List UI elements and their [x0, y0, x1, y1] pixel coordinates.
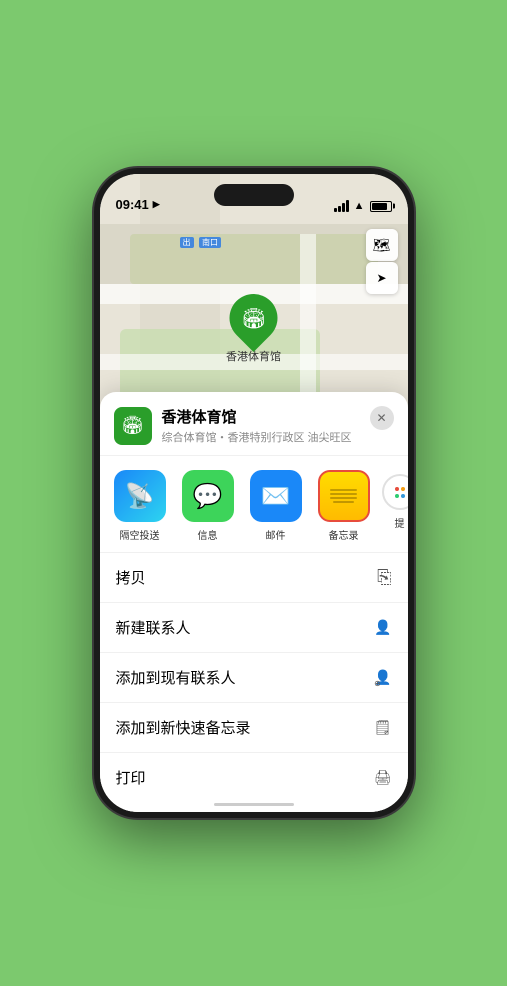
share-airdrop[interactable]: 📡 隔空投送 — [110, 470, 170, 542]
mail-icon: ✉️ — [250, 470, 302, 522]
venue-icon: 🏟 — [114, 407, 152, 445]
quick-note-label: 添加到新快速备忘录 — [116, 717, 251, 738]
phone-frame: 09:41 ▶ ▲ — [94, 168, 414, 818]
home-indicator — [214, 803, 294, 806]
status-icons: ▲ — [334, 200, 392, 212]
map-type-button[interactable]: 🗺 — [366, 229, 398, 261]
location-arrow-icon: ▶ — [153, 199, 160, 210]
mail-label: 邮件 — [266, 527, 286, 542]
new-contact-icon: 👤 — [374, 619, 391, 636]
share-notes[interactable]: 备忘录 — [314, 470, 374, 542]
venue-info: 香港体育馆 综合体育馆・香港特别行政区 油尖旺区 — [162, 406, 394, 445]
status-time: 09:41 ▶ — [116, 197, 160, 212]
notes-label: 备忘录 — [329, 527, 359, 542]
new-contact-label: 新建联系人 — [116, 617, 191, 638]
map-controls: 🗺 ➤ — [366, 229, 398, 294]
battery-icon — [370, 201, 392, 212]
action-list: 拷贝 ⎘ 新建联系人 👤 添加到现有联系人 👤⊕ 添加到新快速备忘录 🗒 — [100, 553, 408, 802]
action-copy[interactable]: 拷贝 ⎘ — [100, 553, 408, 603]
action-add-existing[interactable]: 添加到现有联系人 👤⊕ — [100, 653, 408, 703]
map-label-exit: 出 南口 — [180, 232, 221, 250]
venue-name: 香港体育馆 — [162, 406, 394, 427]
sheet-header: 🏟 香港体育馆 综合体育馆・香港特别行政区 油尖旺区 ✕ — [100, 392, 408, 456]
venue-pin-icon: 🏟 — [241, 306, 266, 331]
action-print[interactable]: 打印 🖨 — [100, 753, 408, 802]
notes-icon — [318, 470, 370, 522]
location-pin: 🏟 香港体育馆 — [226, 294, 281, 364]
share-row: 📡 隔空投送 💬 信息 ✉️ 邮件 — [100, 456, 408, 553]
time-label: 09:41 — [116, 197, 149, 212]
more-label: 提 — [395, 515, 405, 530]
airdrop-icon: 📡 — [114, 470, 166, 522]
dynamic-island — [214, 184, 294, 206]
signal-icon — [334, 200, 349, 212]
share-more[interactable]: 提 — [382, 470, 408, 530]
share-mail[interactable]: ✉️ 邮件 — [246, 470, 306, 542]
print-label: 打印 — [116, 767, 146, 788]
action-new-contact[interactable]: 新建联系人 👤 — [100, 603, 408, 653]
phone-screen: 09:41 ▶ ▲ — [100, 174, 408, 812]
copy-label: 拷贝 — [116, 567, 146, 588]
print-icon: 🖨 — [374, 769, 392, 786]
share-message[interactable]: 💬 信息 — [178, 470, 238, 542]
message-label: 信息 — [198, 527, 218, 542]
quick-note-icon: 🗒 — [374, 719, 392, 736]
add-existing-label: 添加到现有联系人 — [116, 667, 236, 688]
bottom-sheet: 🏟 香港体育馆 综合体育馆・香港特别行政区 油尖旺区 ✕ 📡 隔空投送 — [100, 392, 408, 812]
more-icon — [382, 474, 408, 510]
close-button[interactable]: ✕ — [370, 406, 394, 430]
wifi-icon: ▲ — [354, 200, 365, 212]
venue-description: 综合体育馆・香港特别行政区 油尖旺区 — [162, 429, 394, 445]
airdrop-label: 隔空投送 — [120, 527, 160, 542]
message-icon: 💬 — [182, 470, 234, 522]
action-quick-note[interactable]: 添加到新快速备忘录 🗒 — [100, 703, 408, 753]
copy-icon: ⎘ — [377, 567, 391, 588]
add-existing-icon: 👤⊕ — [374, 669, 391, 686]
location-button[interactable]: ➤ — [366, 262, 398, 294]
